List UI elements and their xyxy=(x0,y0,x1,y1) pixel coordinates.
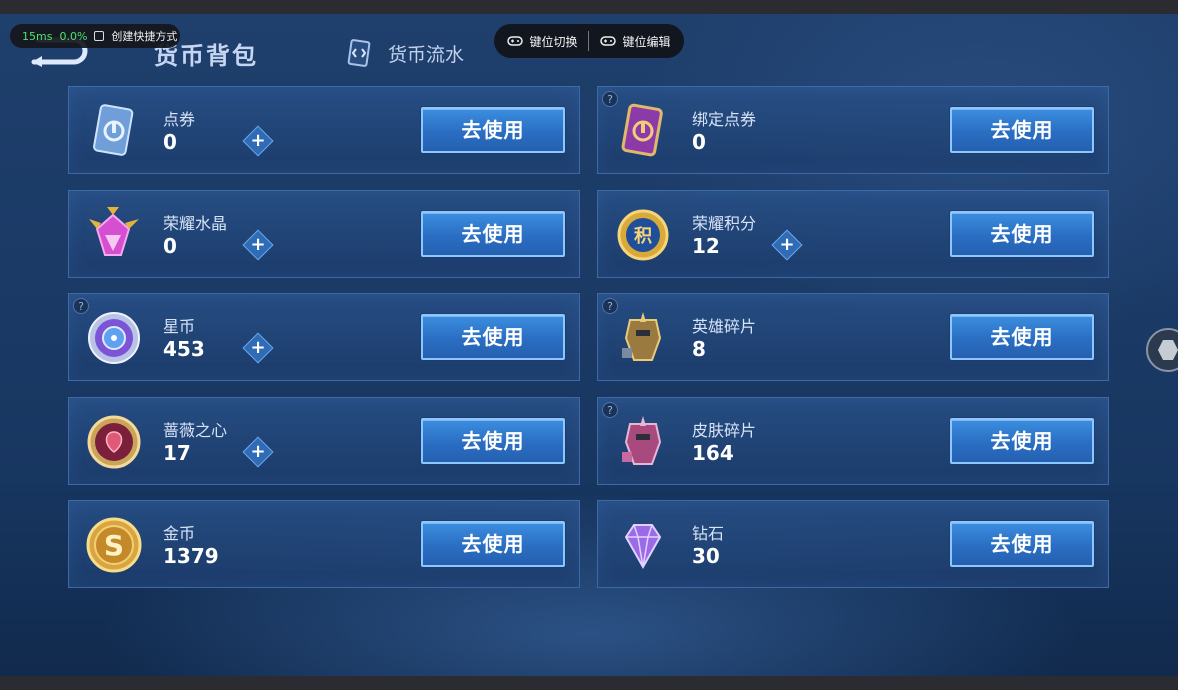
currency-card: 积 荣耀积分 12 + 去使用 xyxy=(597,189,1109,278)
currency-count: 30 xyxy=(692,544,720,568)
key-switch-label: 键位切换 xyxy=(529,34,578,49)
currency-name: 荣耀积分 xyxy=(692,213,757,233)
latency-value: 15ms xyxy=(22,29,53,43)
gamepad-icon xyxy=(507,36,524,46)
currency-count: 8 xyxy=(692,337,706,361)
svg-text:积: 积 xyxy=(634,226,652,247)
add-currency-button[interactable]: + xyxy=(771,228,803,261)
currency-card: ? 星币 453 + 去使用 xyxy=(68,293,580,381)
packet-loss-value: 0.0% xyxy=(59,29,88,43)
currency-count: 0 xyxy=(163,130,177,154)
currency-count: 17 xyxy=(163,440,191,465)
gamepad-icon xyxy=(600,36,617,46)
skin-fragment-icon xyxy=(622,415,662,465)
add-currency-button[interactable]: + xyxy=(242,125,274,157)
network-status-pill: 15ms 0.0% 创建快捷方式 xyxy=(10,24,180,48)
use-button[interactable]: 去使用 xyxy=(950,314,1094,360)
window-bottom-bar xyxy=(0,676,1178,690)
currency-name: 蔷薇之心 xyxy=(163,420,228,440)
currency-count: 164 xyxy=(692,440,734,465)
currency-flow-icon xyxy=(347,39,371,67)
currency-card: 荣耀水晶 0 + 去使用 xyxy=(68,189,580,278)
currency-name: 金币 xyxy=(163,524,196,543)
currency-card: 点券 0 + 去使用 xyxy=(68,86,580,174)
hero-fragment-icon xyxy=(622,312,662,361)
plus-icon: + xyxy=(250,440,266,462)
diamond-icon xyxy=(624,524,662,570)
bound-ticket-icon xyxy=(621,103,663,157)
tab-currency-flow[interactable]: 货币流水 xyxy=(344,38,464,68)
tab-currency-flow-label: 货币流水 xyxy=(388,43,465,66)
currency-count: 12 xyxy=(692,233,720,258)
plus-icon: + xyxy=(250,233,266,255)
use-button[interactable]: 去使用 xyxy=(421,521,565,567)
use-button[interactable]: 去使用 xyxy=(950,417,1094,464)
use-button[interactable]: 去使用 xyxy=(950,210,1094,257)
ticket-icon xyxy=(93,104,134,156)
currency-count: 0 xyxy=(692,130,706,154)
key-edit-label: 键位编辑 xyxy=(622,34,671,49)
honor-points-icon: 积 xyxy=(617,209,669,260)
divider xyxy=(588,31,590,51)
gold-coin-icon: S xyxy=(86,517,142,573)
rose-heart-icon xyxy=(87,415,141,468)
use-button[interactable]: 去使用 xyxy=(950,107,1094,153)
currency-name: 皮肤碎片 xyxy=(692,420,757,440)
key-switch-button[interactable]: 键位切换 xyxy=(507,33,578,50)
currency-card: 钻石 30 去使用 xyxy=(597,500,1109,588)
star-coin-icon xyxy=(88,312,140,364)
currency-name: 钻石 xyxy=(692,524,725,543)
currency-card: ? 皮肤碎片 164 去使用 xyxy=(597,396,1109,485)
currency-card: ? 英雄碎片 8 去使用 xyxy=(597,293,1109,381)
side-menu-handle[interactable] xyxy=(1146,328,1178,372)
svg-text:S: S xyxy=(104,529,124,562)
window-top-bar xyxy=(0,0,1178,14)
currency-name: 英雄碎片 xyxy=(692,317,757,336)
currency-card: S 金币 1379 去使用 xyxy=(68,500,580,588)
currency-card: 蔷薇之心 17 + 去使用 xyxy=(68,396,580,485)
add-currency-button[interactable]: + xyxy=(242,332,274,364)
add-currency-button[interactable]: + xyxy=(242,228,274,261)
use-button[interactable]: 去使用 xyxy=(421,107,565,153)
add-currency-button[interactable]: + xyxy=(242,435,274,468)
plus-icon: + xyxy=(250,337,266,358)
create-shortcut-link[interactable]: 创建快捷方式 xyxy=(111,28,177,44)
currency-name: 星币 xyxy=(163,317,196,336)
plus-icon: + xyxy=(779,233,795,255)
game-screen: 货币背包 货币流水 点券 0 + 去使用? 绑定点券 0 去使用 荣耀水晶 0 + 去使用积荣耀积分… xyxy=(0,14,1178,676)
hexagon-icon xyxy=(1158,340,1178,360)
crystal-icon xyxy=(89,206,139,256)
currency-count: 453 xyxy=(163,337,205,361)
use-button[interactable]: 去使用 xyxy=(421,314,565,360)
currency-count: 0 xyxy=(163,233,177,258)
plus-icon: + xyxy=(250,130,266,151)
shortcut-icon xyxy=(94,31,105,41)
currency-name: 荣耀水晶 xyxy=(163,213,228,233)
key-edit-button[interactable]: 键位编辑 xyxy=(600,33,670,50)
currency-name: 点券 xyxy=(163,110,196,129)
currency-card: ? 绑定点券 0 去使用 xyxy=(597,86,1109,174)
use-button[interactable]: 去使用 xyxy=(421,210,565,257)
currency-name: 绑定点券 xyxy=(692,110,757,129)
currency-count: 1379 xyxy=(163,544,219,568)
key-mapping-bar: 键位切换 键位编辑 xyxy=(494,24,684,58)
use-button[interactable]: 去使用 xyxy=(421,417,565,464)
use-button[interactable]: 去使用 xyxy=(950,521,1094,567)
